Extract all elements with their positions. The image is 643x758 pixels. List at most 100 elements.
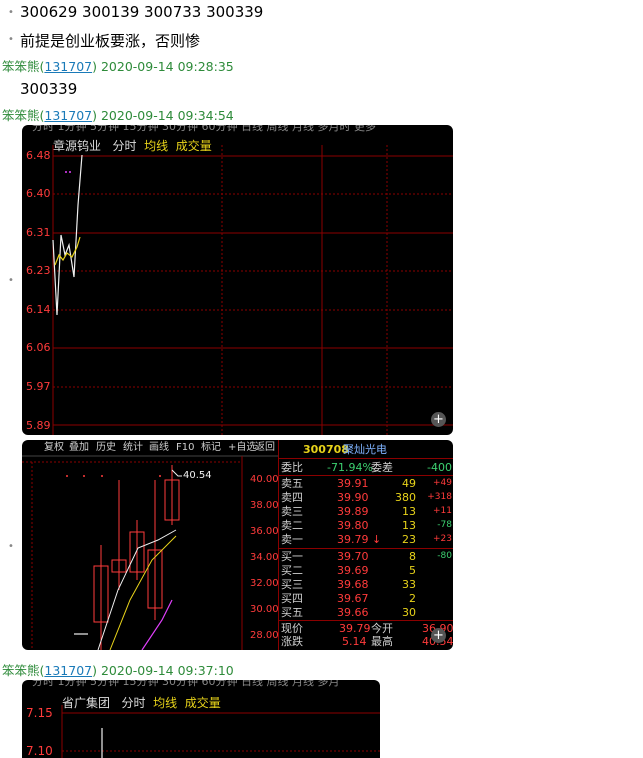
bullet-dot: • xyxy=(8,541,14,552)
bid-chg: -80 xyxy=(437,551,452,561)
y-tick: 6.14 xyxy=(26,303,51,316)
ask-row: 卖二 39.80 13 -78 xyxy=(279,519,453,532)
y-tick: 32.00 xyxy=(250,578,279,589)
now-value: 39.79 xyxy=(339,622,371,635)
bid-price: 39.70 xyxy=(337,550,369,563)
ask-row: 卖一 39.79 ↓ 23 +23 xyxy=(279,533,453,546)
post-timestamp: 2020-09-14 09:28:35 xyxy=(100,59,234,74)
y-tick: 38.00 xyxy=(250,500,279,511)
ask-price: 39.91 xyxy=(337,477,369,490)
y-tick: 6.40 xyxy=(26,187,51,200)
high-label: 最高 xyxy=(371,635,393,648)
bid-price: 39.66 xyxy=(337,606,369,619)
ask-row: 卖五 39.91 49 +49 xyxy=(279,477,453,490)
weicha-value: -400 xyxy=(427,461,452,474)
y-tick: 34.00 xyxy=(250,552,279,563)
ask-chg: -78 xyxy=(437,520,452,530)
y-tick: 6.31 xyxy=(26,226,51,239)
bid-row: 买三 39.68 33 xyxy=(279,578,453,591)
ask-chg: +49 xyxy=(433,478,452,488)
ask-label: 卖二 xyxy=(281,519,303,532)
chg-label: 涨跌 xyxy=(281,635,303,648)
author-uid-link[interactable]: 131707 xyxy=(44,108,92,123)
y-tick: 6.23 xyxy=(26,264,51,277)
high-price-label: 40.54 xyxy=(183,470,212,481)
weibi-row: 委比 -71.94% 委差 -400 xyxy=(279,461,453,474)
bid-vol: 33 xyxy=(402,578,416,591)
weibi-label: 委比 xyxy=(281,461,303,474)
author-uid-link[interactable]: 131707 xyxy=(44,59,92,74)
ask-label: 卖五 xyxy=(281,477,303,490)
change-row: 涨跌 5.14 最高 40.54 xyxy=(279,635,453,648)
weibi-value: -71.94% xyxy=(327,461,373,474)
y-tick: 40.00 xyxy=(250,474,279,485)
bid-row: 买二 39.69 5 xyxy=(279,564,453,577)
author-name[interactable]: 笨笨熊 xyxy=(2,663,40,678)
author-name[interactable]: 笨笨熊 xyxy=(2,108,40,123)
y-tick: 6.06 xyxy=(26,341,51,354)
now-price-row: 现价 39.79 今开 36.90 xyxy=(279,622,453,635)
kline-chart-screenshot: 复权 叠加 历史 统计 画线 F10 标记 +自选 返回 40.54 40.00… xyxy=(22,440,453,650)
ask-vol: 380 xyxy=(395,491,416,504)
ask-row: 卖四 39.90 380 +318 xyxy=(279,491,453,504)
weicha-label: 委差 xyxy=(371,461,393,474)
quote-header: 300708 聚灿光电 xyxy=(279,443,453,456)
bid-label: 买三 xyxy=(281,578,303,591)
ask-label: 卖四 xyxy=(281,491,303,504)
y-tick: 5.89 xyxy=(26,419,51,432)
ask-vol: 23 xyxy=(402,533,416,546)
chg-value: 5.14 xyxy=(342,635,367,648)
ask-label: 卖三 xyxy=(281,505,303,518)
zoom-plus-icon[interactable]: + xyxy=(431,412,446,427)
y-tick: 5.97 xyxy=(26,380,51,393)
zoom-plus-icon[interactable]: + xyxy=(431,628,446,643)
ask-vol: 13 xyxy=(402,505,416,518)
ask-chg: +11 xyxy=(433,506,452,516)
post-timestamp: 2020-09-14 09:34:54 xyxy=(100,108,234,123)
post-text-code: 300339 xyxy=(20,80,78,98)
bid-row: 买五 39.66 30 xyxy=(279,606,453,619)
bid-price: 39.67 xyxy=(337,592,369,605)
ask-price: 39.90 xyxy=(337,491,369,504)
bid-vol: 5 xyxy=(409,564,416,577)
post-timestamp: 2020-09-14 09:37:10 xyxy=(100,663,234,678)
bid-price: 39.69 xyxy=(337,564,369,577)
ask-chg: +318 xyxy=(427,492,452,502)
now-label: 现价 xyxy=(281,622,303,635)
author-name[interactable]: 笨笨熊 xyxy=(2,59,40,74)
post-meta: 笨笨熊(131707) 2020-09-14 09:34:54 xyxy=(2,108,234,123)
kline-plot xyxy=(22,455,278,650)
y-tick: 7.15 xyxy=(26,706,53,720)
bid-label: 买四 xyxy=(281,592,303,605)
stock-name: 聚灿光电 xyxy=(343,443,387,456)
bid-row: 买一 39.70 8 -80 xyxy=(279,550,453,563)
order-book: 300708 聚灿光电 委比 -71.94% 委差 -400 卖五 39.91 49… xyxy=(278,440,453,650)
bid-row: 买四 39.67 2 xyxy=(279,592,453,605)
y-tick: 6.48 xyxy=(26,149,51,162)
y-tick: 30.00 xyxy=(250,604,279,615)
intraday-chart-screenshot: 分时 1分钟 5分钟 15分钟 30分钟 60分钟 日线 周线 月线 多月时 更… xyxy=(22,125,453,435)
bullet-dot: • xyxy=(8,7,14,18)
bid-vol: 8 xyxy=(409,550,416,563)
bullet-dot: • xyxy=(8,275,14,286)
ask-row: 卖三 39.89 13 +11 xyxy=(279,505,453,518)
ask-label: 卖一 xyxy=(281,533,303,546)
intraday-chart-screenshot: 分时 1分钟 5分钟 15分钟 30分钟 60分钟 日线 周线 月线 多月 省广… xyxy=(22,680,380,758)
bid-price: 39.68 xyxy=(337,578,369,591)
price-line xyxy=(52,154,83,316)
y-tick: 36.00 xyxy=(250,526,279,537)
bid-label: 买一 xyxy=(281,550,303,563)
intraday-plot xyxy=(61,705,380,758)
post-meta: 笨笨熊(131707) 2020-09-14 09:37:10 xyxy=(2,663,234,678)
post-text-stock-codes: 300629 300139 300733 300339 xyxy=(20,3,264,21)
bid-label: 买五 xyxy=(281,606,303,619)
y-tick: 28.00 xyxy=(250,630,279,641)
bid-label: 买二 xyxy=(281,564,303,577)
ask-price: 39.80 xyxy=(337,519,369,532)
ask-chg: +23 xyxy=(433,534,452,544)
bullet-dot: • xyxy=(8,34,14,45)
ask-vol: 49 xyxy=(402,477,416,490)
author-uid-link[interactable]: 131707 xyxy=(44,663,92,678)
post-text-comment: 前提是创业板要涨，否则惨 xyxy=(20,32,201,50)
ask-price: 39.89 xyxy=(337,505,369,518)
